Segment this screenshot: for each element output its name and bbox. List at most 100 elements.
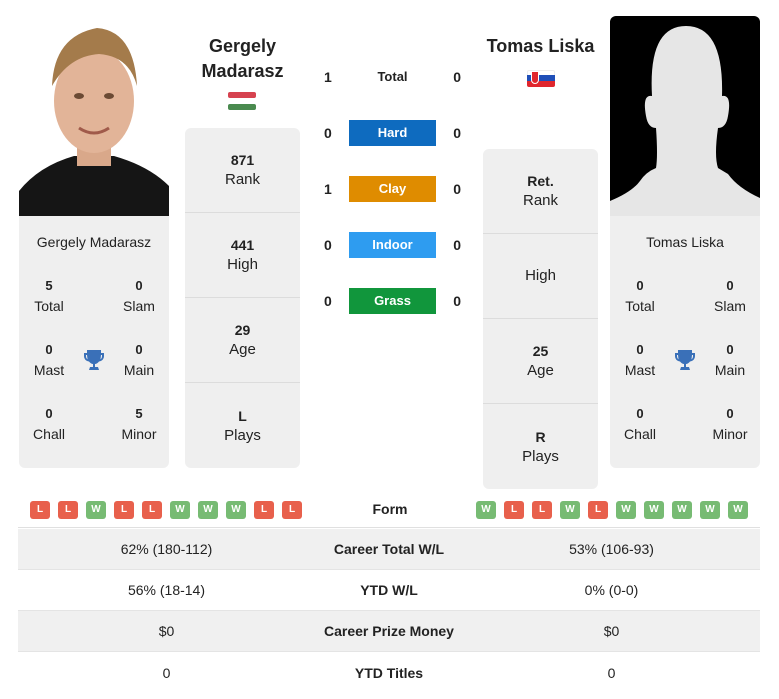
stat-label: High <box>227 256 258 273</box>
player1-stats: 871 Rank 441 High 29 Age L Plays <box>185 128 300 468</box>
hungary-flag-icon <box>228 92 256 112</box>
stat-label: Age <box>527 362 554 379</box>
surface-hard-label[interactable]: Hard <box>348 120 437 146</box>
stat-value: Ret. <box>527 173 554 189</box>
player1-name[interactable]: Gergely Madarasz <box>185 34 300 84</box>
form-loss-badge[interactable]: L <box>282 501 302 519</box>
player1-titles-total: 5 Total <box>19 276 79 316</box>
title-label: Main <box>714 362 746 378</box>
form-loss-badge[interactable]: L <box>30 501 50 519</box>
title-count: 0 <box>726 406 734 421</box>
form-win-badge[interactable]: W <box>672 501 692 519</box>
h2h-total-row: 1 Total 0 <box>310 64 475 90</box>
title-count: 0 <box>636 406 644 421</box>
form-loss-badge[interactable]: L <box>504 501 524 519</box>
form-win-badge[interactable]: W <box>728 501 748 519</box>
title-label: Total <box>625 298 655 314</box>
form-loss-badge[interactable]: L <box>114 501 134 519</box>
player1-titles-card: Gergely Madarasz 5 Total 0 Slam 0 Mast 0 Mai… <box>19 216 169 468</box>
player2-titles-main: 0 Main <box>700 340 760 380</box>
comparison-row: $0 Career Prize Money $0 <box>18 611 760 652</box>
player2-age: 25 Age <box>483 319 598 404</box>
comparison-row: 0 YTD Titles 0 <box>18 652 760 693</box>
form-win-badge[interactable]: W <box>170 501 190 519</box>
comparison-label: Career Total W/L <box>333 541 445 557</box>
stat-value: 871 <box>230 152 255 168</box>
player1-value: 62% (180-112) <box>120 541 213 557</box>
player1-high: 441 High <box>185 213 300 298</box>
title-label: Mast <box>624 362 656 378</box>
form-loss-badge[interactable]: L <box>142 501 162 519</box>
title-label: Chall <box>33 426 65 442</box>
form-win-badge[interactable]: W <box>616 501 636 519</box>
title-count: 0 <box>45 342 53 357</box>
player1-photo <box>19 16 169 216</box>
player2-card-name[interactable]: Tomas Liska <box>610 234 760 268</box>
h2h-clay-row: 1 Clay 0 <box>310 176 475 202</box>
player1-titles-slam: 0 Slam <box>109 276 169 316</box>
title-count: 0 <box>636 342 644 357</box>
comparison-label: YTD Titles <box>354 664 424 681</box>
h2h-total-p1: 1 <box>323 69 332 85</box>
title-count: 0 <box>135 278 143 293</box>
stat-value: 25 <box>532 343 549 359</box>
player1-titles-mast: 0 Mast <box>19 340 79 380</box>
trophy-icon <box>79 340 109 380</box>
title-count: 0 <box>135 342 143 357</box>
form-win-badge[interactable]: W <box>560 501 580 519</box>
player2-value: 0% (0-0) <box>584 582 639 598</box>
player1-titles-chall: 0 Chall <box>19 404 79 444</box>
h2h-clay-p2: 0 <box>453 181 462 197</box>
form-loss-badge[interactable]: L <box>58 501 78 519</box>
comparison-row: 56% (18-14) YTD W/L 0% (0-0) <box>18 570 760 611</box>
player1-card-name[interactable]: Gergely Madarasz <box>19 234 169 268</box>
player1-first-name: Gergely <box>208 36 277 56</box>
form-loss-badge[interactable]: L <box>254 501 274 519</box>
player2-titles-chall: 0 Chall <box>610 404 670 444</box>
surface-clay-label[interactable]: Clay <box>348 176 437 202</box>
h2h-hard-p2: 0 <box>453 125 462 141</box>
title-label: Total <box>34 298 64 314</box>
h2h-indoor-p1: 0 <box>323 237 332 253</box>
form-win-badge[interactable]: W <box>644 501 664 519</box>
form-win-badge[interactable]: W <box>86 501 106 519</box>
h2h-grass-p2: 0 <box>453 293 462 309</box>
stat-value: 441 <box>230 237 255 253</box>
stat-value: L <box>238 407 247 424</box>
comparison-label: YTD W/L <box>360 582 418 598</box>
player1-form: LLWLLWWWLL <box>30 501 302 519</box>
h2h-hard-row: 0 Hard 0 <box>310 120 475 146</box>
comparison-label: Career Prize Money <box>324 623 454 639</box>
slovakia-flag-icon <box>527 70 555 87</box>
player2-plays: R Plays <box>483 404 598 489</box>
form-win-badge[interactable]: W <box>700 501 720 519</box>
stat-label: Rank <box>224 171 261 188</box>
h2h-grass-p1: 0 <box>323 293 332 309</box>
title-label: Mast <box>33 362 65 378</box>
h2h-grass-row: 0 Grass 0 <box>310 288 475 314</box>
player2-titles-mast: 0 Mast <box>610 340 670 380</box>
player1-titles-main: 0 Main <box>109 340 169 380</box>
player1-titles-minor: 5 Minor <box>109 404 169 444</box>
player2-value: 0 <box>607 664 616 681</box>
player1-value: $0 <box>158 623 175 639</box>
h2h-total-label: Total <box>377 69 408 84</box>
form-label: Form <box>372 501 408 517</box>
surface-grass-label[interactable]: Grass <box>348 288 437 314</box>
surface-indoor-label[interactable]: Indoor <box>348 232 437 258</box>
player2-high: High <box>483 234 598 319</box>
player1-last-name: Madarasz <box>201 61 284 81</box>
title-count: 5 <box>45 278 53 293</box>
form-win-badge[interactable]: W <box>476 501 496 519</box>
player2-form: WLLWLWWWWW <box>476 501 748 519</box>
form-loss-badge[interactable]: L <box>532 501 552 519</box>
trophy-icon <box>670 340 700 380</box>
form-loss-badge[interactable]: L <box>588 501 608 519</box>
player1-age: 29 Age <box>185 298 300 383</box>
player2-name[interactable]: Tomas Liska <box>483 34 598 59</box>
form-win-badge[interactable]: W <box>226 501 246 519</box>
h2h-indoor-p2: 0 <box>453 237 462 253</box>
player2-value: $0 <box>603 623 620 639</box>
title-count: 5 <box>135 406 143 421</box>
form-win-badge[interactable]: W <box>198 501 218 519</box>
